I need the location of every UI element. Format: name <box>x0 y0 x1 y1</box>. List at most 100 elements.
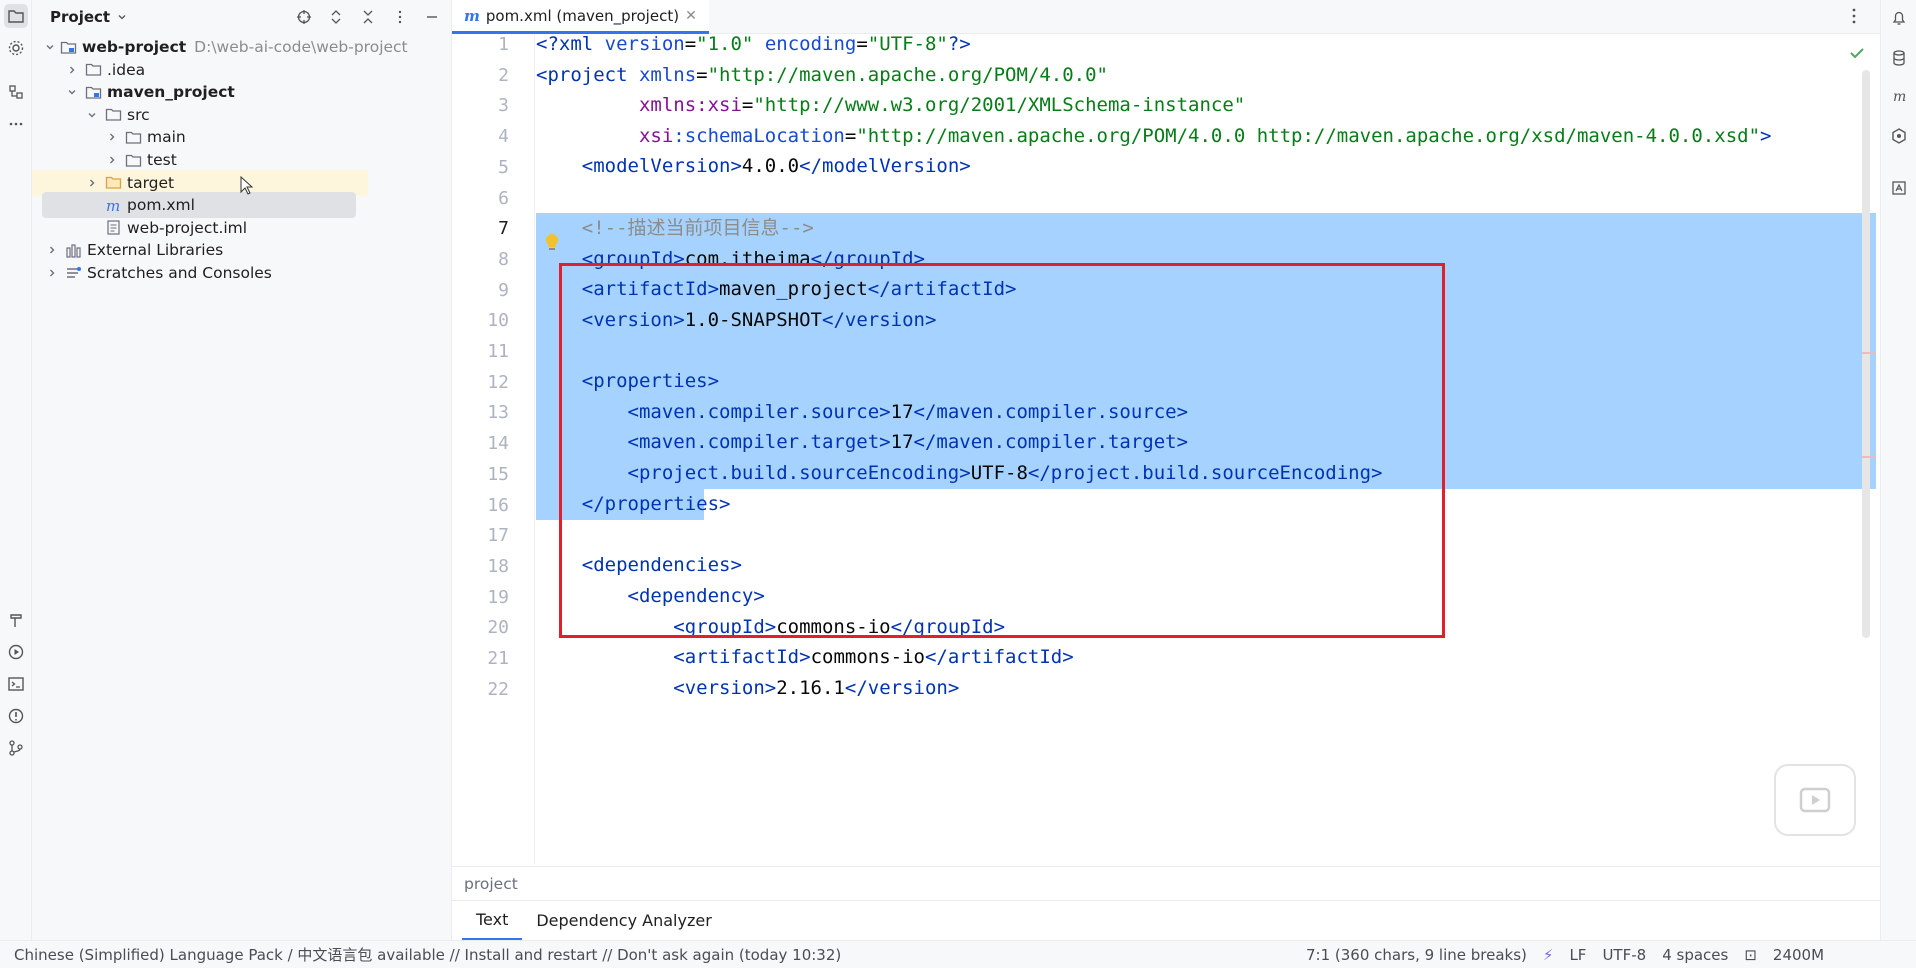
line-number: 10 <box>487 310 509 332</box>
lock-icon[interactable]: ⊡ <box>1744 946 1757 964</box>
chevron-down-icon[interactable] <box>64 84 80 100</box>
tree-item-label: .idea <box>107 60 146 79</box>
tree-item-scratches-and-consoles[interactable]: Scratches and Consoles <box>32 260 368 286</box>
tree-item-label: test <box>147 151 177 169</box>
tab-text[interactable]: Text <box>462 901 523 941</box>
intention-bulb-icon[interactable] <box>544 233 560 253</box>
project-panel: Project web-project D:\web-ai-code\web-pr… <box>32 0 452 940</box>
more-tools-icon[interactable] <box>4 112 28 136</box>
caret-position[interactable]: 7:1 (360 chars, 9 line breaks) <box>1306 946 1527 964</box>
play-icon <box>1799 787 1831 813</box>
chevron-right-icon[interactable] <box>104 129 120 145</box>
line-number: 8 <box>498 248 509 270</box>
breadcrumb-item[interactable]: project <box>464 875 518 893</box>
line-number: 4 <box>498 126 509 148</box>
folder-icon <box>84 61 102 79</box>
project-panel-title[interactable]: Project <box>50 8 110 26</box>
tab-pom-xml[interactable]: m pom.xml (maven_project) ✕ <box>452 0 709 34</box>
excluded-folder-icon <box>104 174 122 192</box>
editor-tabbar: m pom.xml (maven_project) ✕ <box>452 0 1880 34</box>
translate-icon[interactable] <box>1887 176 1911 200</box>
tree-item-label: src <box>127 105 150 124</box>
line-number: 3 <box>498 95 509 117</box>
ide-window: Project web-project D:\web-ai-code\web-pr… <box>0 0 1916 968</box>
line-number: 2 <box>498 64 509 86</box>
project-panel-header: Project <box>32 0 451 34</box>
line-number-gutter: 1 2 3 4 5 6 7 8 9 10 11 12 13 14 15 16 17 18 19 20 21 22 <box>452 34 534 864</box>
editor-scrollbar[interactable] <box>1862 70 1870 638</box>
line-number: 17 <box>487 525 509 547</box>
error-stripe-mark <box>1862 456 1876 458</box>
chevron-down-icon[interactable] <box>44 39 56 55</box>
line-number: 13 <box>487 402 509 424</box>
tree-item-label: web-project.iml <box>127 218 248 237</box>
tree-item-label: main <box>147 128 186 147</box>
settings-gear-icon[interactable] <box>4 36 28 60</box>
module-folder-icon <box>84 83 102 101</box>
chevron-down-icon[interactable] <box>84 107 100 123</box>
memory-indicator[interactable]: 2400M <box>1773 946 1824 964</box>
tree-item-path: D:\web-ai-code\web-project <box>194 38 408 56</box>
git-icon[interactable] <box>4 736 28 760</box>
close-icon[interactable]: ✕ <box>685 8 697 24</box>
ai-assistant-icon[interactable] <box>1887 124 1911 148</box>
left-tool-strip <box>0 0 32 940</box>
iml-file-icon <box>104 219 122 237</box>
status-right-widgets: 7:1 (360 chars, 9 line breaks) ⚡ LF UTF-… <box>1306 946 1824 964</box>
expand-all-icon[interactable] <box>325 6 347 28</box>
video-play-button[interactable] <box>1774 764 1856 836</box>
code-line-5: <modelVersion>4.0.0</modelVersion> <box>581 155 971 177</box>
line-number: 15 <box>487 463 509 485</box>
tree-item-label: target <box>127 173 175 192</box>
locate-target-icon[interactable] <box>293 6 315 28</box>
file-encoding[interactable]: UTF-8 <box>1602 946 1646 964</box>
line-number: 14 <box>487 433 509 455</box>
structure-icon[interactable] <box>4 80 28 104</box>
options-kebab-icon[interactable] <box>389 6 411 28</box>
status-bar: Chinese (Simplified) Language Pack / 中文语… <box>0 940 1916 968</box>
vcs-icon[interactable]: ⚡ <box>1543 946 1554 964</box>
indent-setting[interactable]: 4 spaces <box>1662 946 1728 964</box>
status-notification[interactable]: Chinese (Simplified) Language Pack / 中文语… <box>14 944 841 965</box>
chevron-right-icon[interactable] <box>104 152 120 168</box>
chevron-down-icon[interactable] <box>114 9 130 25</box>
tab-options-kebab-icon[interactable] <box>1844 6 1864 26</box>
line-number: 11 <box>487 341 509 362</box>
chevron-right-icon[interactable] <box>84 175 100 191</box>
project-tool-icon[interactable] <box>4 4 28 28</box>
chevron-right-icon[interactable] <box>64 62 80 78</box>
module-folder-icon <box>60 38 77 56</box>
hide-panel-icon[interactable] <box>421 6 443 28</box>
tree-item-label: External Libraries <box>87 241 224 260</box>
line-ending[interactable]: LF <box>1569 946 1586 964</box>
maven-icon[interactable]: m <box>1887 84 1911 108</box>
problems-icon[interactable] <box>4 704 28 728</box>
code-line-22: <version>2.16.1</version> <box>673 677 960 699</box>
database-icon[interactable] <box>1887 46 1911 70</box>
notifications-bell-icon[interactable] <box>1887 6 1911 30</box>
error-stripe-mark <box>1862 352 1876 354</box>
folder-icon <box>124 151 142 169</box>
terminal-icon[interactable] <box>4 672 28 696</box>
run-services-icon[interactable] <box>4 640 28 664</box>
chevron-right-icon[interactable] <box>44 265 60 281</box>
line-number: 16 <box>487 494 509 516</box>
line-number: 9 <box>498 279 509 301</box>
no-problems-check-icon[interactable] <box>1848 44 1866 62</box>
line-number: 6 <box>498 187 509 209</box>
build-hammer-icon[interactable] <box>4 608 28 632</box>
line-number: 1 <box>498 34 509 55</box>
svg-text:m: m <box>1893 89 1906 105</box>
svg-text:m: m <box>106 197 120 214</box>
chevron-right-icon[interactable] <box>44 242 60 258</box>
maven-file-icon: m <box>104 196 122 214</box>
collapse-all-icon[interactable] <box>357 6 379 28</box>
library-icon <box>64 241 82 259</box>
breadcrumb[interactable]: project <box>452 866 1880 900</box>
mouse-cursor-icon <box>240 175 254 200</box>
line-number: 21 <box>487 648 509 669</box>
tab-dependency-analyzer[interactable]: Dependency Analyzer <box>522 901 725 941</box>
line-number: 20 <box>487 617 509 639</box>
editor-bottom-tabs: Text Dependency Analyzer <box>452 900 1880 941</box>
